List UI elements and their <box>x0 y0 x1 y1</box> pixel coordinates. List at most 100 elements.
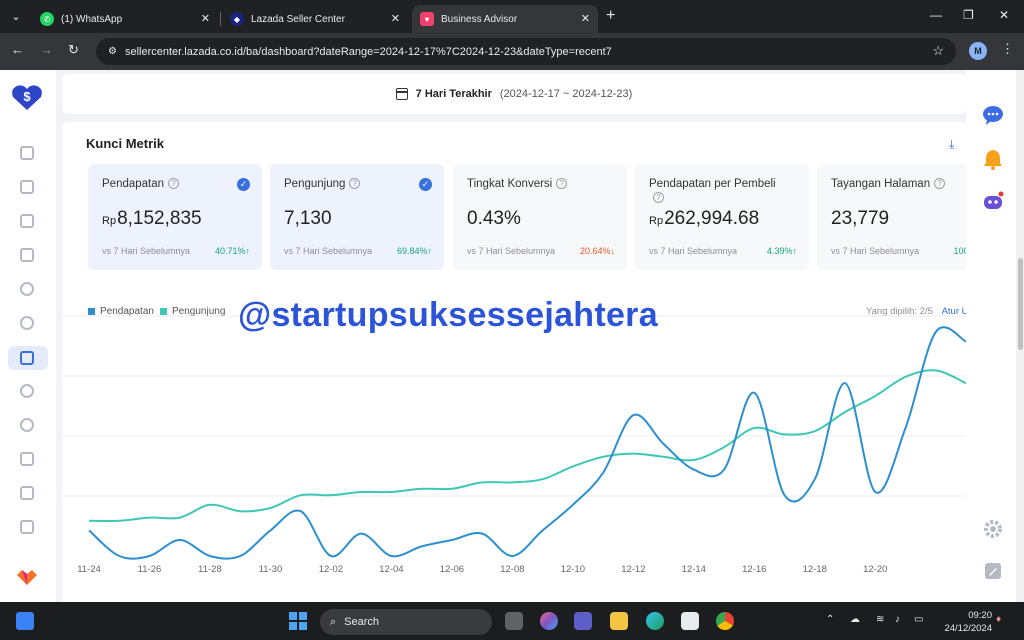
tab-business-advisor[interactable]: ♥ Business Advisor ✕ <box>412 5 598 33</box>
metric-card-revenue-per-buyer[interactable]: Pendapatan per Pembeli ? Rp262,994.68 vs… <box>635 164 809 270</box>
metric-delta: 69.84%↑ <box>396 246 432 256</box>
browser-menu-icon[interactable]: ⋮ <box>1001 41 1014 57</box>
calendar-icon <box>395 88 408 100</box>
metric-card-revenue[interactable]: Pendapatan? ✓ Rp8,152,835 vs 7 Hari Sebe… <box>88 164 262 270</box>
chatbot-icon[interactable] <box>982 190 1004 212</box>
help-icon[interactable]: ? <box>349 178 361 189</box>
metric-card-page-views[interactable]: Tayangan Halaman? 23,779 vs 7 Hari Sebel… <box>817 164 966 270</box>
teams-icon[interactable] <box>574 612 592 630</box>
clock[interactable]: 09:20 24/12/2024 <box>940 609 992 635</box>
lazada-heart-icon: ♥ <box>420 12 434 26</box>
scrollbar-thumb[interactable] <box>1018 258 1023 350</box>
tab-lazada-seller-center[interactable]: ◆ Lazada Seller Center ✕ <box>222 5 408 33</box>
url-text[interactable]: sellercenter.lazada.co.id/ba/dashboard?d… <box>125 46 612 58</box>
lazada-logo-icon[interactable] <box>16 568 38 586</box>
battery-icon[interactable]: ▭ <box>914 614 923 625</box>
date-range-selector[interactable]: 7 Hari Terakhir (2024-12-17 ~ 2024-12-23… <box>62 74 966 114</box>
edit-icon[interactable] <box>982 560 1004 582</box>
gear-icon[interactable] <box>982 518 1004 540</box>
x-tick-label: 11-24 <box>77 564 101 575</box>
restore-icon[interactable]: ❐ <box>963 8 974 22</box>
help-icon[interactable]: ? <box>168 178 180 189</box>
store-icon[interactable] <box>20 486 34 500</box>
x-tick-label: 12-06 <box>440 564 464 575</box>
taskbar-search[interactable]: ⌕ Search <box>320 609 492 635</box>
seller-center-logo[interactable]: $ <box>11 83 43 111</box>
window-close-icon[interactable]: ✕ <box>999 8 1009 22</box>
x-tick-label: 11-30 <box>259 564 283 575</box>
widgets-icon[interactable] <box>16 612 34 630</box>
box-icon[interactable] <box>20 180 34 194</box>
x-tick-label: 11-26 <box>138 564 162 575</box>
shield-icon[interactable] <box>20 146 34 160</box>
wifi-icon[interactable]: ≋ <box>876 614 884 625</box>
help-icon[interactable]: ? <box>934 178 946 189</box>
bookmark-star-icon[interactable]: ☆ <box>932 43 944 59</box>
tab-title: Lazada Seller Center <box>251 13 345 25</box>
document-icon[interactable] <box>20 248 34 262</box>
bell-icon[interactable] <box>982 148 1004 170</box>
help-icon[interactable]: ? <box>653 192 664 203</box>
wallet-icon[interactable] <box>20 520 34 534</box>
task-view-icon[interactable] <box>505 612 523 630</box>
trend-line-chart: 11-24 11-26 11-28 11-30 12-02 12-04 12-06 12-08… <box>62 315 966 575</box>
clock-date: 24/12/2024 <box>944 623 992 634</box>
address-bar[interactable]: ⚙ sellercenter.lazada.co.id/ba/dashboard… <box>96 38 956 65</box>
close-icon[interactable]: ✕ <box>201 12 210 25</box>
tab-search-button[interactable]: ⌄ <box>6 6 26 26</box>
metric-value: 0.43% <box>467 208 521 229</box>
chrome-icon[interactable] <box>716 612 734 630</box>
section-title: Kunci Metrik <box>86 136 165 151</box>
clock-time: 09:20 <box>968 610 992 621</box>
metric-comparison: vs 7 Hari Sebelumnya <box>102 246 191 256</box>
windows-taskbar: ⌕ Search ⌃ ☁ ≋ ♪ ▭ 09:20 24/12/2024 ♦ <box>0 602 1024 640</box>
x-tick-label: 12-08 <box>500 564 524 575</box>
volume-icon[interactable]: ♪ <box>895 614 900 625</box>
notification-bell-icon[interactable]: ♦ <box>996 614 1001 625</box>
megaphone-icon[interactable] <box>20 282 34 296</box>
tray-chevron-icon[interactable]: ⌃ <box>826 614 834 625</box>
new-tab-button[interactable]: + <box>606 7 615 25</box>
metric-comparison: vs 7 Hari Sebelumnya <box>831 246 920 256</box>
edge-icon[interactable] <box>646 612 664 630</box>
site-settings-icon[interactable]: ⚙ <box>108 46 117 57</box>
browser-toolbar: ← → ↻ ⚙ sellercenter.lazada.co.id/ba/das… <box>0 33 1024 70</box>
forward-icon[interactable]: → <box>40 42 53 57</box>
date-period-label: 7 Hari Terakhir <box>415 88 492 100</box>
search-icon: ⌕ <box>330 615 337 628</box>
metric-comparison: vs 7 Hari Sebelumnya <box>467 246 556 256</box>
store-icon[interactable] <box>681 612 699 630</box>
cloud-icon[interactable]: ☁ <box>850 614 860 625</box>
chat-icon[interactable] <box>982 104 1004 126</box>
chart-icon[interactable] <box>20 214 34 228</box>
check-icon[interactable]: ✓ <box>237 178 250 191</box>
metric-value: Rp262,994.68 <box>649 208 760 229</box>
help-icon[interactable]: ? <box>556 178 568 189</box>
series-line-pendapatan[interactable] <box>88 326 966 560</box>
minimize-icon[interactable]: — <box>930 8 942 22</box>
file-explorer-icon[interactable] <box>610 612 628 630</box>
x-tick-label: 12-12 <box>621 564 645 575</box>
user-icon[interactable] <box>20 316 34 330</box>
gift-icon[interactable] <box>20 452 34 466</box>
lazada-icon: ◆ <box>230 12 244 26</box>
dollar-icon[interactable] <box>20 384 34 398</box>
check-icon[interactable]: ✓ <box>419 178 432 191</box>
windows-start-icon[interactable] <box>289 612 307 630</box>
close-icon[interactable]: ✕ <box>391 12 400 25</box>
metric-card-visitors[interactable]: Pengunjung? ✓ 7,130 vs 7 Hari Sebelumnya… <box>270 164 444 270</box>
reload-icon[interactable]: ↻ <box>68 42 79 58</box>
watermark-text: @startupsuksessejahtera <box>238 296 658 334</box>
profile-avatar[interactable]: M <box>969 42 987 60</box>
metric-card-conversion-rate[interactable]: Tingkat Konversi? 0.43% vs 7 Hari Sebelu… <box>453 164 627 270</box>
series-line-pengunjung[interactable] <box>88 369 966 523</box>
copilot-icon[interactable] <box>540 612 558 630</box>
smile-icon[interactable] <box>20 418 34 432</box>
bar-chart-icon[interactable] <box>20 351 34 365</box>
download-icon[interactable]: ⤓ <box>949 137 954 152</box>
back-icon[interactable]: ← <box>11 42 24 57</box>
metric-title: Tayangan Halaman? <box>831 178 946 190</box>
metric-value: Rp8,152,835 <box>102 208 202 229</box>
tab-whatsapp[interactable]: ✆ (1) WhatsApp ✕ <box>32 5 218 33</box>
close-icon[interactable]: ✕ <box>581 12 590 25</box>
